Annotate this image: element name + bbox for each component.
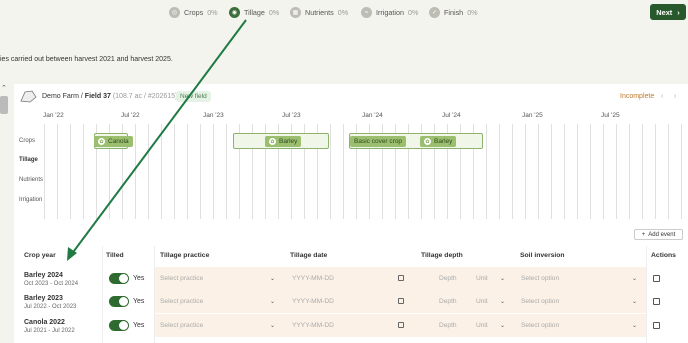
annotation-arrow [67,19,247,261]
